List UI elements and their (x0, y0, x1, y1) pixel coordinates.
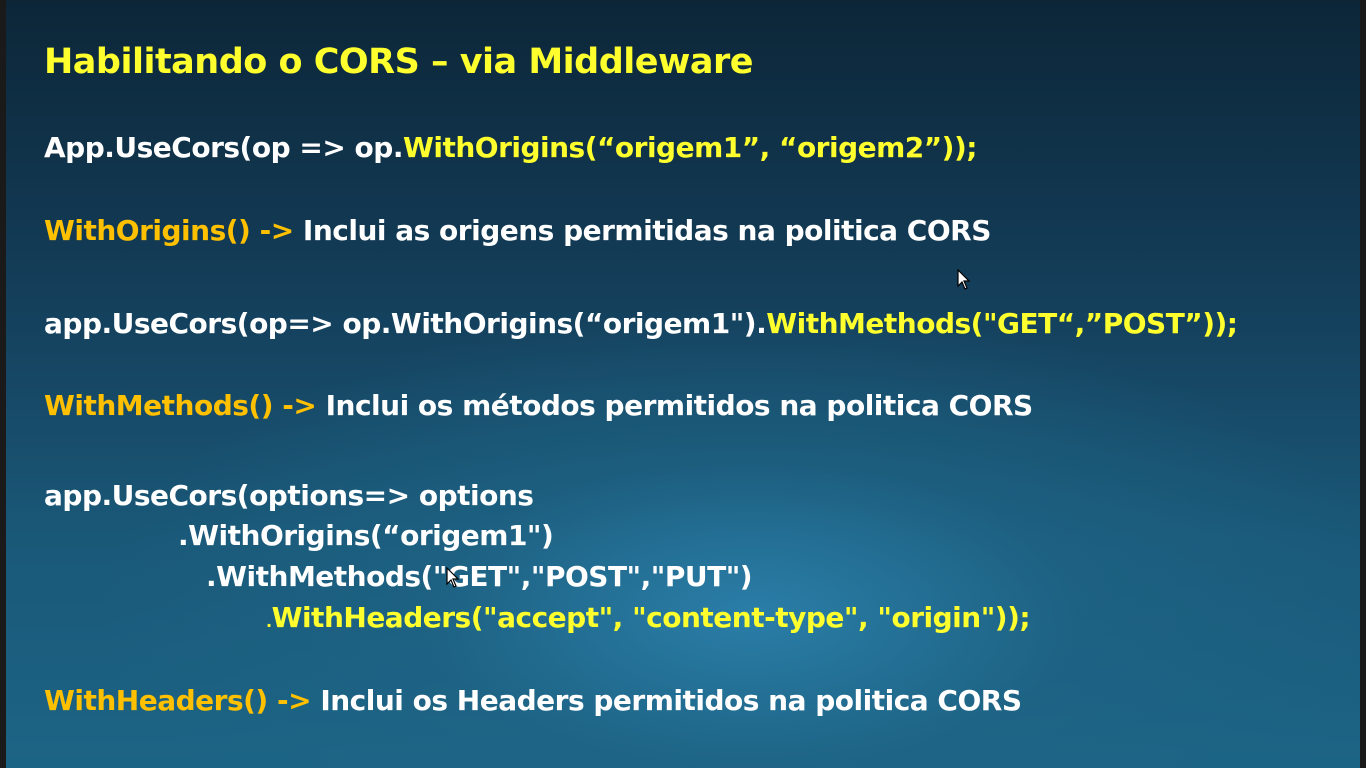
code-line-withheaders: .WithHeaders("accept", "content-type", "… (266, 601, 1031, 639)
code-segment: App.UseCors(op => op. (44, 131, 403, 164)
code-line-withorigins: .WithOrigins(“origem1") (178, 519, 554, 552)
method-description: Inclui os Headers permitidos na politica… (320, 684, 1022, 717)
method-description: Inclui os métodos permitidos na politica… (325, 389, 1034, 422)
method-name: WithMethods() -> (44, 389, 326, 422)
code-segment-highlight: WithOrigins(“origem1”, “origem2”)); (402, 131, 978, 164)
code-segment-highlight: WithHeaders("accept", "content-type", "o… (271, 601, 1031, 634)
code-line-usecors-methods: app.UseCors(op=> op.WithOrigins(“origem1… (44, 307, 1238, 341)
withheaders-description: WithHeaders() -> Inclui os Headers permi… (44, 684, 1022, 718)
code-segment-highlight: WithMethods("GET“,”POST”)); (766, 307, 1238, 340)
method-name: WithHeaders() -> (44, 684, 321, 717)
method-description: Inclui as origens permitidas na politica… (302, 214, 991, 247)
presentation-slide: Habilitando o CORS – via Middleware App.… (6, 0, 1360, 768)
code-line-usecors-origins: App.UseCors(op => op.WithOrigins(“origem… (44, 131, 977, 165)
withorigins-description: WithOrigins() -> Inclui as origens permi… (44, 214, 991, 248)
method-name: WithOrigins() -> (44, 214, 303, 247)
slide-title: Habilitando o CORS – via Middleware (44, 42, 753, 82)
code-segment: app.UseCors(op=> op.WithOrigins(“origem1… (44, 307, 767, 340)
code-line-withmethods: .WithMethods("GET","POST","PUT") (206, 560, 753, 593)
code-line-usecors-options: app.UseCors(options=> options (44, 479, 534, 512)
withmethods-description: WithMethods() -> Inclui os métodos permi… (44, 389, 1033, 423)
